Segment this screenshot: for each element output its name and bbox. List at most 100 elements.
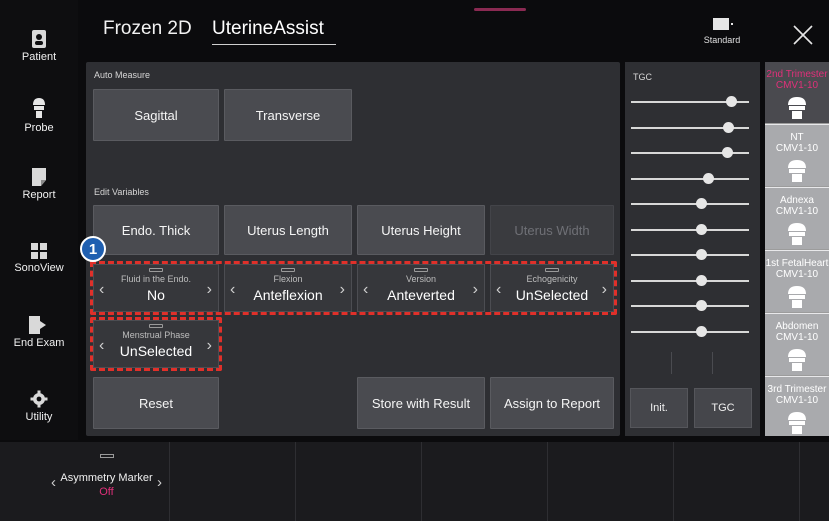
bottom-empty-cell: [296, 442, 422, 521]
sagittal-button[interactable]: Sagittal: [93, 89, 219, 141]
preset-item[interactable]: Abdomen CMV1-10: [765, 314, 829, 376]
param-value: Anteverted: [387, 287, 455, 303]
tgc-slider-track[interactable]: [631, 229, 749, 231]
param-value: UnSelected: [515, 287, 589, 303]
param-label: Flexion: [273, 274, 303, 284]
tgc-label: TGC: [633, 72, 652, 82]
transverse-button[interactable]: Transverse: [224, 89, 352, 141]
probe-model: CMV1-10: [775, 80, 819, 91]
flexion-selector[interactable]: ‹ Flexion Anteflexion ›: [224, 264, 352, 312]
probe-icon: [788, 349, 806, 371]
preset-panel: 2nd Trimester CMV1-10 NT CMV1-10 Adnexa …: [765, 62, 829, 436]
preset-item[interactable]: Adnexa CMV1-10: [765, 188, 829, 250]
tgc-slider-track[interactable]: [631, 331, 749, 333]
tgc-slider-track[interactable]: [631, 203, 749, 205]
display-mode-button[interactable]: Standard: [700, 18, 744, 45]
nav-label: Utility: [25, 411, 53, 423]
nav-sonoview[interactable]: SonoView: [0, 243, 78, 274]
tgc-divider: [712, 352, 713, 374]
tgc-slider-knob[interactable]: [696, 198, 707, 209]
nav-utility[interactable]: Utility: [0, 390, 78, 423]
probe-icon: [788, 412, 806, 434]
preset-name: 3rd Trimester: [767, 384, 827, 395]
report-icon: [32, 168, 46, 186]
nav-label: Report: [22, 189, 56, 201]
param-value: UnSelected: [119, 343, 193, 359]
asymmetry-marker-label: Asymmetry Marker: [60, 472, 153, 484]
tgc-slider-knob[interactable]: [696, 249, 707, 260]
nav-probe[interactable]: Probe: [0, 97, 78, 134]
probe-model: CMV1-10: [775, 206, 819, 217]
probe-model: CMV1-10: [775, 143, 819, 154]
preset-name: 1st FetalHeart: [765, 258, 829, 269]
chevron-right-icon[interactable]: ›: [157, 474, 162, 491]
tgc-button[interactable]: TGC: [694, 388, 752, 428]
probe-icon: [788, 160, 806, 182]
chevron-right-icon[interactable]: ›: [207, 281, 212, 299]
tgc-slider-track[interactable]: [631, 178, 749, 180]
tgc-slider-knob[interactable]: [722, 147, 733, 158]
asymmetry-marker-control[interactable]: ‹ Asymmetry Marker Off ›: [44, 442, 170, 521]
fluid-in-endo-selector[interactable]: ‹ Fluid in the Endo. No ›: [93, 264, 219, 312]
tgc-slider-track[interactable]: [631, 280, 749, 282]
selector-tab: [149, 268, 163, 272]
tgc-slider-knob[interactable]: [703, 173, 714, 184]
end-exam-icon: [29, 316, 46, 334]
left-nav: Patient Probe Report SonoView End Exam U…: [0, 0, 78, 440]
nav-end-exam[interactable]: End Exam: [0, 316, 78, 349]
probe-icon: [788, 223, 806, 245]
bottom-bar: ‹ Asymmetry Marker Off ›: [0, 442, 829, 521]
callout-marker: 1: [80, 236, 106, 262]
reset-button[interactable]: Reset: [93, 377, 219, 429]
auto-measure-label: Auto Measure: [94, 70, 151, 80]
app-tab-underline: [212, 44, 336, 45]
tgc-slider-knob[interactable]: [696, 275, 707, 286]
patient-icon: [32, 30, 46, 48]
preset-name: 2nd Trimester: [766, 69, 828, 80]
gear-icon: [30, 390, 48, 408]
probe-model: CMV1-10: [775, 395, 819, 406]
tgc-slider-knob[interactable]: [696, 300, 707, 311]
chevron-right-icon[interactable]: ›: [207, 337, 212, 355]
tgc-slider-knob[interactable]: [696, 224, 707, 235]
main-panel: Auto Measure Sagittal Transverse Edit Va…: [86, 62, 620, 436]
tgc-divider: [671, 352, 672, 374]
preset-name: NT: [790, 132, 804, 143]
preset-item[interactable]: NT CMV1-10: [765, 125, 829, 187]
tgc-slider-knob[interactable]: [726, 96, 737, 107]
preset-item[interactable]: 1st FetalHeart CMV1-10: [765, 251, 829, 313]
nav-label: Probe: [24, 122, 54, 134]
display-mode-label: Standard: [703, 35, 741, 45]
preset-item[interactable]: 2nd Trimester CMV1-10: [765, 62, 829, 124]
uterus-length-button[interactable]: Uterus Length: [224, 205, 352, 255]
nav-label: End Exam: [13, 337, 65, 349]
selector-tab: [100, 454, 114, 458]
chevron-right-icon[interactable]: ›: [340, 281, 345, 299]
close-icon[interactable]: [788, 20, 818, 50]
tgc-slider-track[interactable]: [631, 254, 749, 256]
sonoview-icon: [31, 243, 47, 259]
assign-to-report-button[interactable]: Assign to Report: [490, 377, 614, 429]
endo-thick-button[interactable]: Endo. Thick: [93, 205, 219, 255]
uterus-height-button[interactable]: Uterus Height: [357, 205, 485, 255]
tgc-slider-track[interactable]: [631, 305, 749, 307]
nav-report[interactable]: Report: [0, 168, 78, 201]
tgc-init-button[interactable]: Init.: [630, 388, 688, 428]
probe-icon: [33, 98, 45, 118]
echogenicity-selector[interactable]: ‹ Echogenicity UnSelected ›: [490, 264, 614, 312]
store-with-result-button[interactable]: Store with Result: [357, 377, 485, 429]
param-value: Anteflexion: [253, 287, 323, 303]
tgc-slider-knob[interactable]: [696, 326, 707, 337]
preset-item[interactable]: 3rd Trimester CMV1-10: [765, 377, 829, 436]
selector-tab: [545, 268, 559, 272]
chevron-right-icon[interactable]: ›: [473, 281, 478, 299]
app-tab[interactable]: UterineAssist: [212, 18, 324, 40]
chevron-right-icon[interactable]: ›: [602, 281, 607, 299]
version-selector[interactable]: ‹ Version Anteverted ›: [357, 264, 485, 312]
top-bar: Frozen 2D UterineAssist Standard: [78, 0, 829, 60]
menstrual-phase-selector[interactable]: ‹ Menstrual Phase UnSelected ›: [93, 320, 219, 368]
param-label: Menstrual Phase: [122, 330, 190, 340]
nav-patient[interactable]: Patient: [0, 30, 78, 63]
param-value: No: [147, 287, 165, 303]
tgc-slider-knob[interactable]: [723, 122, 734, 133]
